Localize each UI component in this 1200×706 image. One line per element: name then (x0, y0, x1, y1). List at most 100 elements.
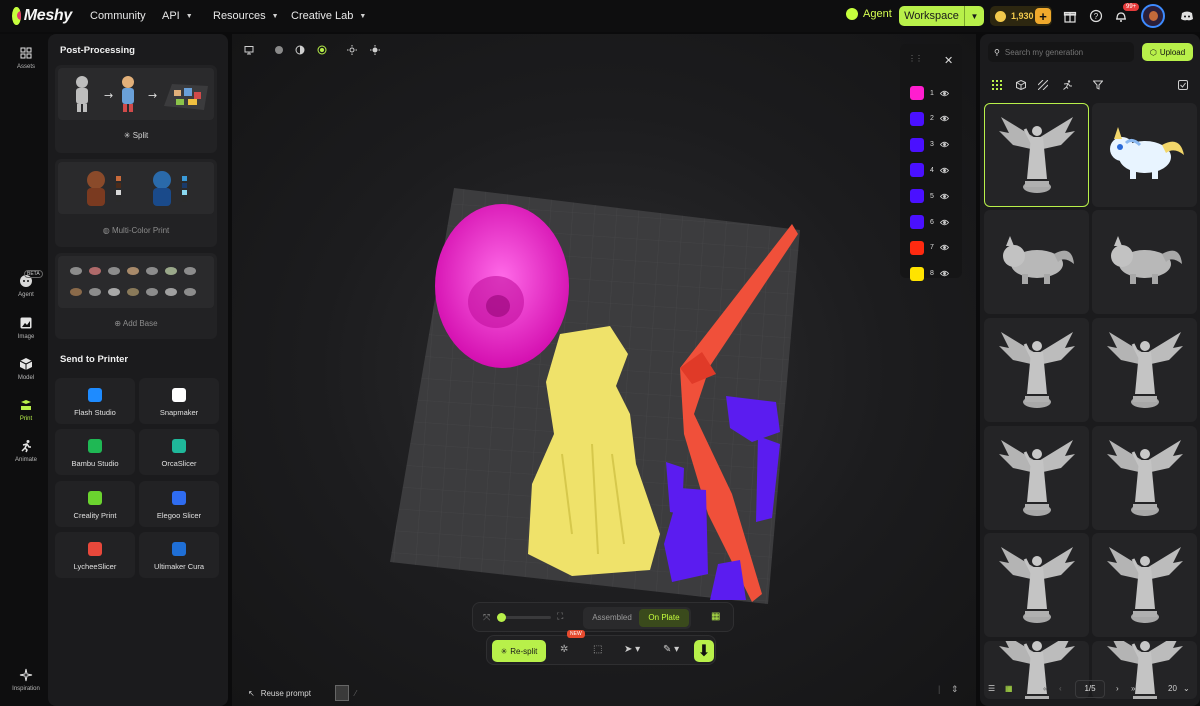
explode-slider[interactable] (497, 613, 551, 622)
page-size-select[interactable]: 20 (1168, 684, 1177, 693)
layer-color-swatch[interactable] (910, 163, 924, 178)
prompt-thumbnail[interactable] (334, 685, 349, 701)
printer-elegoo-slicer-button[interactable]: Elegoo Slicer (139, 481, 219, 527)
edit-icon[interactable]: ⁄ (355, 689, 356, 698)
reuse-prompt-button[interactable]: ↖ Reuse prompt ⁄ (248, 685, 356, 701)
rail-item-animate[interactable]: Animate (0, 439, 52, 463)
gallery-item[interactable] (1092, 641, 1197, 699)
gallery-item[interactable] (1092, 103, 1197, 207)
qr-icon[interactable]: ▦ (711, 611, 720, 622)
printer-flash-studio-button[interactable]: Flash Studio (55, 378, 135, 424)
next-page-icon[interactable]: › (1116, 684, 1119, 693)
gallery-item[interactable] (1092, 210, 1197, 314)
eye-icon[interactable] (939, 243, 950, 252)
search-box[interactable]: ⚲ (988, 42, 1134, 62)
add-base-card[interactable]: ⊕ Add Base (55, 253, 217, 339)
layer-row[interactable]: 5 (910, 189, 950, 204)
3d-viewport[interactable]: ⋮⋮ ✕ 1 2 3 4 5 6 7 8 ⤧ ⛶ Assembled On Plate ▦ ✳… (232, 34, 976, 706)
cube-filter-icon[interactable] (1016, 77, 1026, 91)
download-button[interactable]: ⬇ (694, 640, 714, 662)
rail-item-inspiration[interactable]: Inspiration (0, 668, 52, 692)
eye-icon[interactable] (939, 89, 950, 98)
explode-icon[interactable]: ⤧ (483, 612, 490, 623)
layer-row[interactable]: 6 (910, 215, 950, 229)
layer-row[interactable]: 8 (910, 266, 950, 281)
gift-icon[interactable] (1063, 9, 1077, 23)
gallery-item[interactable] (1092, 318, 1197, 422)
nav-api[interactable]: API ▼ (162, 0, 193, 32)
filter-icon[interactable] (1092, 77, 1104, 90)
sort-icon[interactable]: ⇕ (951, 684, 959, 695)
printer-lycheeslicer-button[interactable]: LycheeSlicer (55, 532, 135, 578)
gallery-item[interactable] (1092, 533, 1197, 637)
layer-color-swatch[interactable] (910, 111, 924, 126)
workspace-dropdown-icon[interactable]: ▼ (964, 6, 984, 26)
page-indicator[interactable]: 1/5 (1075, 680, 1105, 698)
meshy-logo[interactable]: Meshy (12, 7, 72, 25)
gallery-item[interactable] (984, 318, 1089, 422)
discord-icon[interactable] (1180, 9, 1194, 23)
re-split-button[interactable]: ✳ Re-split (492, 640, 546, 662)
split-card[interactable]: → → ✳ Split (55, 65, 217, 153)
upload-button[interactable]: ⬡ Upload (1142, 43, 1193, 61)
last-page-icon[interactable]: » (1131, 684, 1135, 693)
rail-item-model[interactable]: Model (0, 357, 52, 381)
eye-icon[interactable] (939, 140, 950, 149)
user-avatar[interactable] (1141, 4, 1165, 28)
layer-color-swatch[interactable] (910, 189, 924, 204)
printer-bambu-studio-button[interactable]: Bambu Studio (55, 429, 135, 475)
gallery-item[interactable] (1092, 426, 1197, 530)
eye-icon[interactable] (939, 269, 950, 278)
layer-row[interactable]: 1 (910, 86, 950, 100)
grid-view-icon[interactable]: ▦ (1005, 684, 1013, 693)
layer-color-swatch[interactable] (910, 266, 924, 281)
layer-color-swatch[interactable] (910, 86, 924, 100)
agent-button[interactable]: Agent (846, 8, 892, 20)
gallery-item[interactable] (984, 426, 1089, 530)
texture-filter-icon[interactable] (1037, 77, 1049, 91)
layer-row[interactable]: 7 (910, 240, 950, 255)
printer-orcaslicer-button[interactable]: OrcaSlicer (139, 429, 219, 475)
assembled-tab[interactable]: Assembled (587, 607, 637, 629)
nav-creative-lab[interactable]: Creative Lab ▼ (291, 0, 366, 32)
layer-color-swatch[interactable] (910, 240, 924, 255)
all-filter-icon[interactable] (992, 77, 1002, 90)
slider-thumb[interactable] (497, 613, 506, 622)
printer-snapmaker-button[interactable]: Snapmaker (139, 378, 219, 424)
first-page-icon[interactable]: « (1043, 684, 1047, 693)
rail-item-image[interactable]: Image (0, 316, 52, 340)
rail-item-agent[interactable]: BETA Agent (0, 270, 52, 298)
expand-icon[interactable]: ⛶ (557, 611, 563, 622)
layer-row[interactable]: 3 (910, 137, 950, 152)
eye-icon[interactable] (939, 218, 950, 227)
gallery-item[interactable] (984, 210, 1089, 314)
drag-handle-icon[interactable]: ⋮⋮ (908, 54, 923, 63)
add-credits-button[interactable]: + (1035, 8, 1051, 24)
workspace-button[interactable]: Workspace ▼ (899, 6, 984, 26)
animation-filter-icon[interactable] (1062, 77, 1072, 90)
list-view-icon[interactable]: ☰ (988, 684, 995, 693)
gallery-item[interactable] (984, 533, 1089, 637)
eye-icon[interactable] (939, 166, 950, 175)
chevron-down-icon[interactable]: ⌄ (1183, 684, 1190, 693)
layer-color-swatch[interactable] (910, 137, 924, 152)
nav-resources[interactable]: Resources ▼ (213, 0, 279, 32)
on-plate-tab[interactable]: On Plate (639, 609, 689, 627)
component-icon[interactable]: ✲ (560, 644, 568, 655)
nav-community[interactable]: Community (90, 0, 146, 32)
close-icon[interactable]: ✕ (944, 54, 953, 67)
frame-select-icon[interactable]: ⬚ (593, 644, 602, 655)
layer-row[interactable]: 4 (910, 163, 950, 178)
eye-icon[interactable] (939, 114, 950, 123)
bell-icon[interactable] (1114, 9, 1128, 23)
brush-icon[interactable]: ✎ ▾ (663, 644, 679, 655)
search-input[interactable] (1004, 47, 1125, 57)
send-icon[interactable]: ➤ ▾ (624, 644, 640, 655)
multi-color-print-card[interactable]: ◍ Multi-Color Print (55, 159, 217, 247)
rail-item-print[interactable]: Print (0, 398, 52, 422)
prev-page-icon[interactable]: ‹ (1059, 684, 1062, 693)
printer-creality-print-button[interactable]: Creality Print (55, 481, 135, 527)
printer-ultimaker-cura-button[interactable]: Ultimaker Cura (139, 532, 219, 578)
layer-row[interactable]: 2 (910, 111, 950, 126)
gallery-item[interactable] (984, 103, 1089, 207)
